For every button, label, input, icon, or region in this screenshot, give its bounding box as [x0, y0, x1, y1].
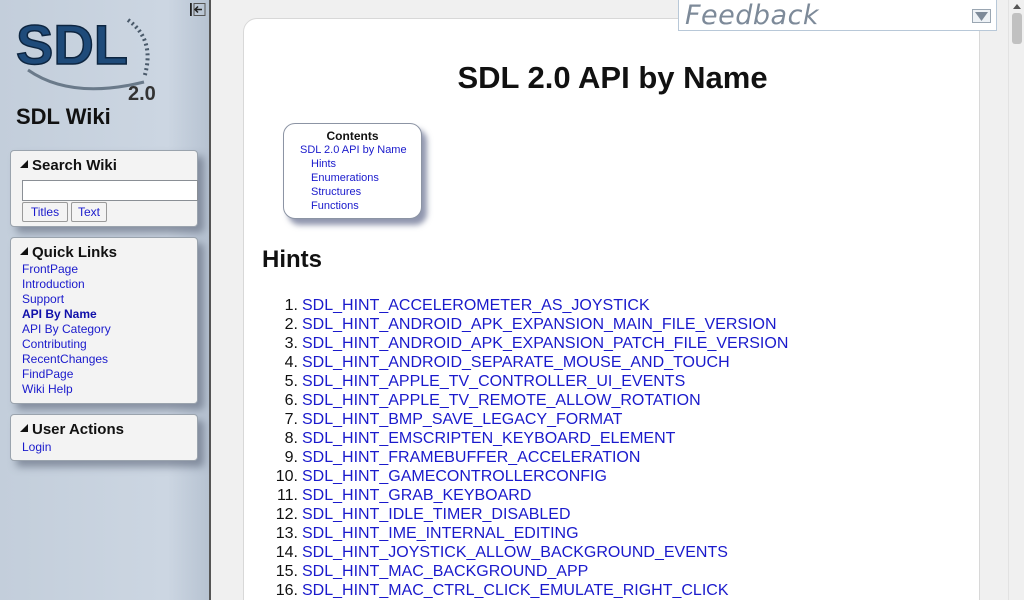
sdl-logo[interactable]: SDL 2.0	[16, 12, 166, 104]
list-item-number: 1.	[284, 297, 298, 314]
list-item-number: 8.	[284, 430, 298, 447]
main-area: SDL 2.0 API by Name Contents SDL 2.0 API…	[211, 0, 1008, 600]
hint-link[interactable]: SDL_HINT_MAC_CTRL_CLICK_EMULATE_RIGHT_CL…	[302, 581, 728, 600]
quick-links-list: FrontPage Introduction Support API By Name A…	[11, 262, 197, 397]
toc-link-hints[interactable]: Hints	[284, 157, 421, 171]
hints-heading: Hints	[262, 246, 322, 273]
list-item-number: 6.	[284, 392, 298, 409]
list-item: 13. SDL_HINT_IME_INTERNAL_EDITING	[244, 524, 981, 543]
quick-link-introduction[interactable]: Introduction	[11, 277, 197, 292]
hint-link[interactable]: SDL_HINT_ANDROID_SEPARATE_MOUSE_AND_TOUC…	[302, 353, 730, 372]
list-item-number: 7.	[284, 411, 298, 428]
list-item-number: 13.	[275, 525, 298, 542]
search-wiki-panel: Search Wiki Titles Text	[10, 150, 198, 227]
quick-link-support[interactable]: Support	[11, 292, 197, 307]
list-item-number: 10.	[275, 468, 298, 485]
toc-link-sdl-2-0-api-by-name[interactable]: SDL 2.0 API by Name	[284, 143, 421, 157]
search-input[interactable]	[22, 180, 198, 201]
hint-link[interactable]: SDL_HINT_ACCELEROMETER_AS_JOYSTICK	[302, 296, 650, 315]
collapse-triangle-icon[interactable]	[20, 424, 28, 432]
list-item-number: 14.	[275, 544, 298, 561]
hint-link[interactable]: SDL_HINT_IME_INTERNAL_EDITING	[302, 524, 579, 543]
list-item-number: 16.	[275, 582, 298, 599]
hint-link[interactable]: SDL_HINT_IDLE_TIMER_DISABLED	[302, 505, 571, 524]
list-item: 12. SDL_HINT_IDLE_TIMER_DISABLED	[244, 505, 981, 524]
user-actions-title[interactable]: User Actions	[11, 421, 197, 438]
vertical-scrollbar[interactable]	[1008, 0, 1024, 600]
collapse-sidebar-icon[interactable]	[189, 2, 206, 17]
list-item-number: 15.	[275, 563, 298, 580]
quick-link-wiki-help[interactable]: Wiki Help	[11, 382, 197, 397]
list-item-number: 9.	[284, 449, 298, 466]
toc-title: Contents	[326, 129, 379, 143]
login-link[interactable]: Login	[11, 440, 197, 455]
list-item-number: 11.	[276, 487, 298, 504]
collapse-triangle-icon[interactable]	[20, 247, 28, 255]
list-item: 16. SDL_HINT_MAC_CTRL_CLICK_EMULATE_RIGHT…	[244, 581, 981, 600]
chevron-down-icon[interactable]	[972, 9, 991, 23]
table-of-contents: Contents SDL 2.0 API by Name Hints Enumera…	[283, 123, 422, 219]
sidebar: SDL 2.0 SDL Wiki Search Wiki Titles Text…	[0, 0, 211, 600]
user-actions-label: User Actions	[32, 421, 124, 438]
toc-link-enumerations[interactable]: Enumerations	[284, 171, 421, 185]
quick-link-contributing[interactable]: Contributing	[11, 337, 197, 352]
list-item: 3. SDL_HINT_ANDROID_APK_EXPANSION_PATCH_F…	[244, 334, 981, 353]
quick-link-api-by-category[interactable]: API By Category	[11, 322, 197, 337]
hint-link[interactable]: SDL_HINT_JOYSTICK_ALLOW_BACKGROUND_EVENT…	[302, 543, 728, 562]
hint-link[interactable]: SDL_HINT_GRAB_KEYBOARD	[302, 486, 531, 505]
svg-text:2.0: 2.0	[128, 83, 156, 104]
list-item: 2. SDL_HINT_ANDROID_APK_EXPANSION_MAIN_FI…	[244, 315, 981, 334]
list-item: 1. SDL_HINT_ACCELEROMETER_AS_JOYSTICK	[244, 296, 981, 315]
list-item-number: 2.	[284, 316, 298, 333]
list-item: 15. SDL_HINT_MAC_BACKGROUND_APP	[244, 562, 981, 581]
feedback-label[interactable]: Feedback	[685, 0, 819, 31]
toc-link-functions[interactable]: Functions	[284, 199, 421, 213]
titles-search-button[interactable]: Titles	[22, 202, 68, 222]
hints-list: 1. SDL_HINT_ACCELEROMETER_AS_JOYSTICK 2. SD…	[244, 296, 981, 600]
quick-link-frontpage[interactable]: FrontPage	[11, 262, 197, 277]
quick-links-panel: Quick Links FrontPage Introduction Support…	[10, 237, 198, 404]
user-actions-panel: User Actions Login	[10, 414, 198, 461]
search-wiki-label: Search Wiki	[32, 157, 117, 174]
list-item-number: 4.	[284, 354, 298, 371]
hint-link[interactable]: SDL_HINT_APPLE_TV_CONTROLLER_UI_EVENTS	[302, 372, 685, 391]
quick-link-api-by-name[interactable]: API By Name	[11, 307, 197, 322]
hint-link[interactable]: SDL_HINT_ANDROID_APK_EXPANSION_MAIN_FILE…	[302, 315, 777, 334]
hint-link[interactable]: SDL_HINT_ANDROID_APK_EXPANSION_PATCH_FIL…	[302, 334, 788, 353]
toc-link-structures[interactable]: Structures	[284, 185, 421, 199]
list-item: 10. SDL_HINT_GAMECONTROLLERCONFIG	[244, 467, 981, 486]
list-item-number: 3.	[284, 335, 298, 352]
hint-link[interactable]: SDL_HINT_GAMECONTROLLERCONFIG	[302, 467, 607, 486]
list-item: 4. SDL_HINT_ANDROID_SEPARATE_MOUSE_AND_TO…	[244, 353, 981, 372]
quick-link-findpage[interactable]: FindPage	[11, 367, 197, 382]
list-item-number: 12.	[275, 506, 298, 523]
hint-link[interactable]: SDL_HINT_EMSCRIPTEN_KEYBOARD_ELEMENT	[302, 429, 675, 448]
collapse-triangle-icon[interactable]	[20, 160, 28, 168]
quick-link-recentchanges[interactable]: RecentChanges	[11, 352, 197, 367]
list-item: 8. SDL_HINT_EMSCRIPTEN_KEYBOARD_ELEMENT	[244, 429, 981, 448]
quick-links-label: Quick Links	[32, 244, 118, 261]
text-search-button[interactable]: Text	[71, 202, 107, 222]
wiki-title: SDL Wiki	[16, 104, 111, 129]
list-item: 6. SDL_HINT_APPLE_TV_REMOTE_ALLOW_ROTATIO…	[244, 391, 981, 410]
hint-link[interactable]: SDL_HINT_MAC_BACKGROUND_APP	[302, 562, 588, 581]
page-content: SDL 2.0 API by Name Contents SDL 2.0 API…	[243, 18, 980, 600]
list-item: 11. SDL_HINT_GRAB_KEYBOARD	[244, 486, 981, 505]
list-item: 9. SDL_HINT_FRAMEBUFFER_ACCELERATION	[244, 448, 981, 467]
scrollbar-thumb[interactable]	[1012, 13, 1022, 44]
list-item: 14. SDL_HINT_JOYSTICK_ALLOW_BACKGROUND_EV…	[244, 543, 981, 562]
quick-links-title[interactable]: Quick Links	[11, 244, 197, 261]
feedback-widget[interactable]: Feedback	[678, 0, 997, 31]
hint-link[interactable]: SDL_HINT_FRAMEBUFFER_ACCELERATION	[302, 448, 640, 467]
search-wiki-title[interactable]: Search Wiki	[11, 157, 197, 174]
list-item: 5. SDL_HINT_APPLE_TV_CONTROLLER_UI_EVENTS	[244, 372, 981, 391]
svg-text:SDL: SDL	[16, 13, 128, 76]
list-item-number: 5.	[284, 373, 298, 390]
toc-list: SDL 2.0 API by Name Hints Enumerations Stru…	[284, 143, 421, 213]
page-title: SDL 2.0 API by Name	[457, 60, 768, 95]
scroll-up-arrow-icon[interactable]	[1013, 4, 1021, 9]
hint-link[interactable]: SDL_HINT_APPLE_TV_REMOTE_ALLOW_ROTATION	[302, 391, 701, 410]
hint-link[interactable]: SDL_HINT_BMP_SAVE_LEGACY_FORMAT	[302, 410, 622, 429]
list-item: 7. SDL_HINT_BMP_SAVE_LEGACY_FORMAT	[244, 410, 981, 429]
